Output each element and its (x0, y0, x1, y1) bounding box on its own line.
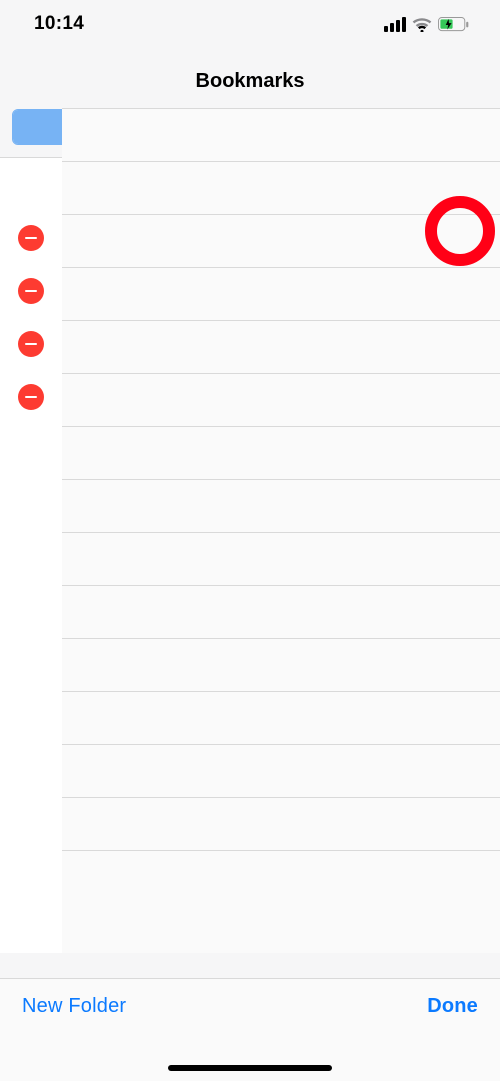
cellular-signal-icon (384, 17, 406, 32)
done-button[interactable]: Done (427, 995, 478, 1018)
delete-button[interactable] (18, 278, 44, 304)
status-bar: 10:14 (0, 0, 500, 48)
empty-row (0, 900, 500, 953)
new-folder-button[interactable]: New Folder (22, 995, 126, 1018)
page-title: Bookmarks (0, 48, 500, 109)
status-time: 10:14 (34, 13, 84, 35)
delete-button[interactable] (18, 384, 44, 410)
home-indicator[interactable] (168, 1065, 332, 1071)
wifi-icon (412, 17, 432, 32)
bookmarks-list: Favorites Gift IdeasRecipesiPhone User G… (0, 158, 500, 953)
delete-button[interactable] (18, 225, 44, 251)
bottom-toolbar: New Folder Done (0, 978, 500, 1081)
delete-button[interactable] (18, 331, 44, 357)
battery-charging-icon (438, 17, 470, 32)
